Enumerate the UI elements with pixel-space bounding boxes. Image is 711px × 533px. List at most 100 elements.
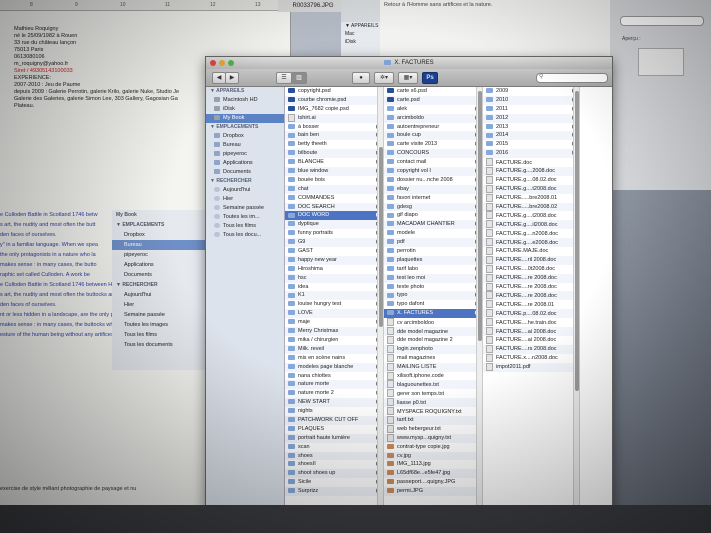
file-row[interactable]: FACTURE....0t2008.doc xyxy=(483,264,579,274)
folder-row[interactable]: nature morte 2▶ xyxy=(285,389,383,398)
file-row[interactable]: mail magazines xyxy=(384,353,482,363)
folder-row[interactable]: NEW START▶ xyxy=(285,398,383,408)
folder-row[interactable]: à bosser▶ xyxy=(285,123,383,132)
sidebar-item-tous-les-films[interactable]: Tous les films xyxy=(206,222,284,231)
folder-row[interactable]: hsc▶ xyxy=(285,273,383,283)
file-row[interactable]: FACTURE....rs 2008.doc xyxy=(483,344,579,354)
file-row[interactable]: FACTURE.....bre2008.01 xyxy=(483,193,579,203)
file-row[interactable]: FACTURE....ai 2008.doc xyxy=(483,335,579,345)
folder-row[interactable]: perrotin▶ xyxy=(384,247,482,256)
folder-row[interactable]: portrait haute lumière▶ xyxy=(285,433,383,443)
file-row[interactable]: tshirt.ai xyxy=(285,113,383,123)
folder-row[interactable]: louise hungry test▶ xyxy=(285,300,383,309)
file-row[interactable]: FACTURE....ril 2008.doc xyxy=(483,255,579,265)
folder-row[interactable]: modele▶ xyxy=(384,229,482,238)
folder-row[interactable]: Milk. reveil▶ xyxy=(285,344,383,354)
scrollbar-thumb[interactable] xyxy=(478,91,482,341)
folder-row[interactable]: Surprizz▶ xyxy=(285,487,383,496)
column-scrollbar[interactable] xyxy=(377,87,383,507)
folder-row[interactable]: dyptique▶ xyxy=(285,220,383,230)
sidebar-item[interactable]: Applications xyxy=(112,260,207,270)
folder-row[interactable]: K1▶ xyxy=(285,291,383,301)
side-panel-search-input[interactable] xyxy=(620,16,704,26)
file-row[interactable]: carte x6.psd xyxy=(384,87,482,96)
file-row[interactable]: FACTURE.g....t2008.doc xyxy=(483,211,579,220)
folder-row[interactable]: shoesII▶ xyxy=(285,460,383,469)
file-row[interactable]: impot2011.pdf xyxy=(483,362,579,372)
sidebar-item-hier[interactable]: Hier xyxy=(206,195,284,204)
folder-row[interactable]: happy new year▶ xyxy=(285,255,383,265)
sidebar-item-semaine-pass-e[interactable]: Semaine passée xyxy=(206,204,284,213)
file-row[interactable]: blaguounettes.txt xyxy=(384,380,482,390)
sidebar-item[interactable]: Tous les films xyxy=(112,330,207,340)
folder-row[interactable]: nights▶ xyxy=(285,407,383,416)
sidebar-item[interactable]: Semaine passée xyxy=(112,310,207,320)
sidebar-item-aujourd-hui[interactable]: Aujourd'hui xyxy=(206,186,284,195)
scrollbar-thumb[interactable] xyxy=(575,91,579,391)
file-row[interactable]: FACTURE.....bre2008.02 xyxy=(483,202,579,212)
file-row[interactable]: xilisoft.iphone.code xyxy=(384,371,482,381)
file-row[interactable]: www.mysp...quigny.txt xyxy=(384,433,482,443)
folder-row[interactable]: texte photo▶ xyxy=(384,283,482,292)
folder-row[interactable]: 2015▶ xyxy=(483,140,579,149)
folder-row[interactable]: ebay▶ xyxy=(384,184,482,194)
sidebar-item[interactable]: Documents xyxy=(112,270,207,280)
folder-row[interactable]: PATCHWORK CUT OFF▶ xyxy=(285,415,383,425)
folder-row[interactable]: plaquettes▶ xyxy=(384,255,482,265)
folder-row[interactable]: typo dafont▶ xyxy=(384,300,482,309)
folder-row[interactable]: X. FACTURES▶ xyxy=(384,309,482,319)
folder-row[interactable]: modeles page blanche▶ xyxy=(285,362,383,372)
file-row[interactable]: gerer son temps.txt xyxy=(384,389,482,398)
file-row[interactable]: dde model magazine xyxy=(384,327,482,336)
sidebar-item-documents[interactable]: Documents xyxy=(206,168,284,177)
file-row[interactable]: liasse p0.txt xyxy=(384,398,482,408)
file-row[interactable]: FACTURE.g....n2008.doc xyxy=(483,229,579,238)
file-row[interactable]: login zenphoto xyxy=(384,344,482,354)
folder-row[interactable]: 2014▶ xyxy=(483,131,579,141)
folder-row[interactable]: bouée bois▶ xyxy=(285,176,383,185)
folder-row[interactable]: carte visite 2013▶ xyxy=(384,140,482,149)
folder-row[interactable]: 2012▶ xyxy=(483,113,579,123)
folder-row[interactable]: contact mail▶ xyxy=(384,158,482,167)
sidebar-item[interactable]: Dropbox xyxy=(112,230,207,240)
folder-row[interactable]: mis en scène nains▶ xyxy=(285,354,383,363)
folder-row[interactable]: GAST▶ xyxy=(285,247,383,256)
folder-row[interactable]: bilboute▶ xyxy=(285,149,383,159)
file-row[interactable]: FACTURE.doc xyxy=(483,158,579,167)
folder-row[interactable]: DOC SEARCH▶ xyxy=(285,202,383,212)
file-row[interactable]: FACTURE....ai 2008.doc xyxy=(483,327,579,336)
folder-row[interactable]: 2011▶ xyxy=(483,105,579,114)
file-row[interactable]: FACTURE....re 2008.doc xyxy=(483,291,579,301)
file-row[interactable]: FACTURE.g....e2008.doc xyxy=(483,238,579,248)
sidebar-item-idisk[interactable]: iDisk xyxy=(206,105,284,114)
action-menu-button[interactable]: ✲▾ xyxy=(374,72,394,84)
folder-row[interactable]: MACADAM CHANTIER▶ xyxy=(384,220,482,230)
sidebar-item-tous-les-docu[interactable]: Tous les docu... xyxy=(206,231,284,240)
folder-row[interactable]: LOVE▶ xyxy=(285,309,383,319)
folder-row[interactable]: gif diapo▶ xyxy=(384,211,482,220)
file-row[interactable]: FACTURE.g....il2008.doc xyxy=(483,220,579,230)
file-row[interactable]: FACTURE....re 2008.doc xyxy=(483,273,579,283)
folder-row[interactable]: COMMANDES▶ xyxy=(285,194,383,203)
folder-row[interactable]: funny portraits▶ xyxy=(285,229,383,238)
folder-row[interactable]: copyright vol I▶ xyxy=(384,167,482,176)
sidebar-item[interactable]: Tous les documents xyxy=(112,340,207,350)
small-panel-item[interactable]: Mac xyxy=(341,30,381,38)
file-row[interactable]: contrat-type copie.jpg xyxy=(384,443,482,452)
folder-row[interactable]: nana chiottes▶ xyxy=(285,372,383,381)
folder-row[interactable]: 2016▶ xyxy=(483,149,579,159)
sidebar-item-toutes-les-im[interactable]: Toutes les im... xyxy=(206,213,284,222)
folder-row[interactable]: DOC WORD▶ xyxy=(285,211,383,221)
folder-row[interactable]: idea▶ xyxy=(285,283,383,292)
file-row[interactable]: FACTURE.g....2008.doc xyxy=(483,167,579,176)
folder-row[interactable]: nature morte▶ xyxy=(285,380,383,390)
folder-row[interactable]: scan▶ xyxy=(285,443,383,452)
sidebar-item-pipeyeroc[interactable]: pipeyeroc xyxy=(206,150,284,159)
small-panel-item[interactable]: iDisk xyxy=(341,38,381,46)
quicklook-button[interactable]: ● xyxy=(352,72,370,84)
back-button[interactable]: ◀ xyxy=(212,72,226,84)
scrollbar-thumb[interactable] xyxy=(379,147,383,327)
folder-row[interactable]: PLAQUES▶ xyxy=(285,425,383,434)
file-row[interactable]: FACTURE.g....t2008.doc xyxy=(483,184,579,194)
folder-row[interactable]: pdf▶ xyxy=(384,238,482,248)
